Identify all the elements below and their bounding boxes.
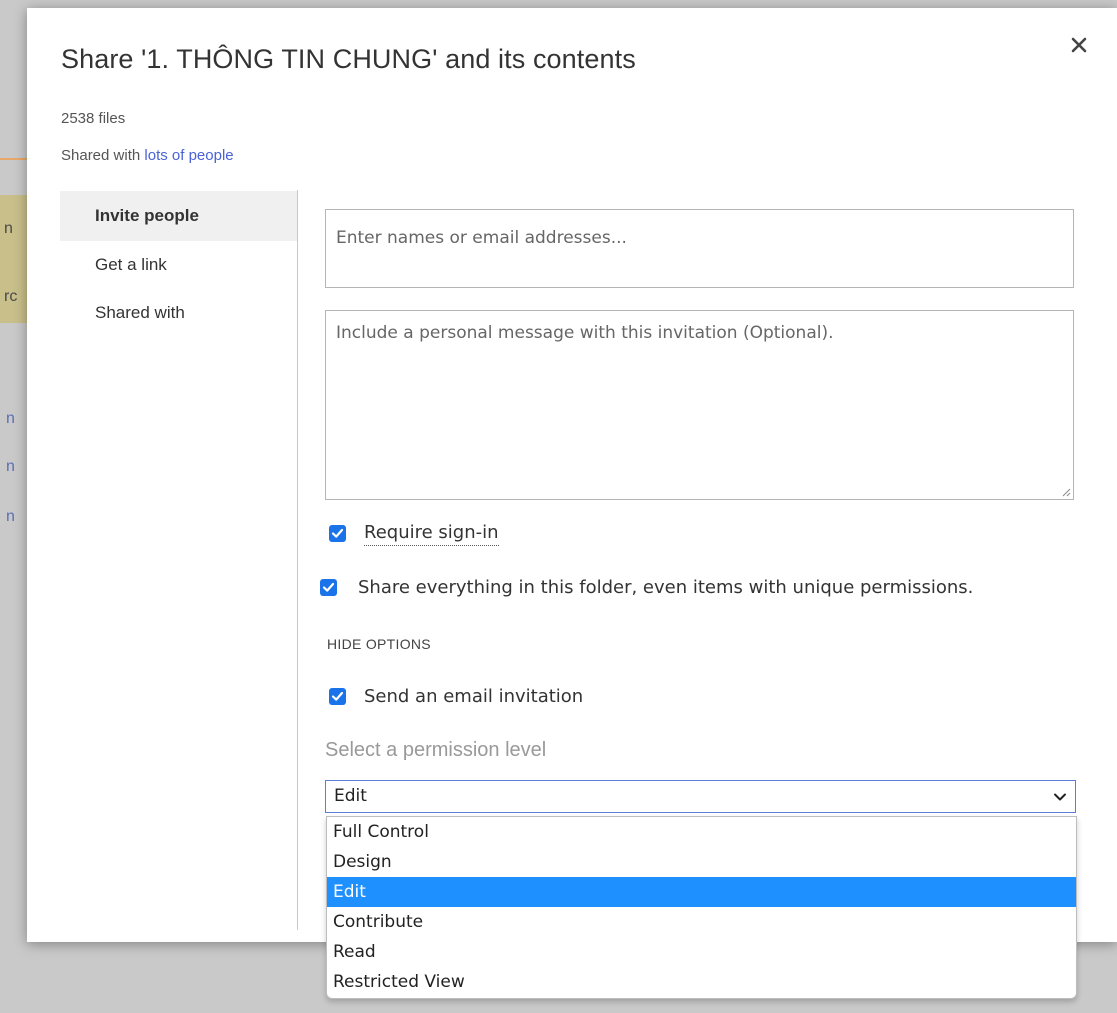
hide-options-link[interactable]: HIDE OPTIONS — [327, 636, 431, 652]
require-signin-label[interactable]: Require sign-in — [364, 522, 499, 546]
background-link-fragment: n — [6, 458, 15, 475]
nav-item-invite-people[interactable]: Invite people — [60, 191, 297, 241]
background-link-fragment: n — [6, 410, 15, 427]
message-placeholder: Include a personal message with this inv… — [336, 323, 834, 343]
shared-with-prefix: Shared with — [61, 147, 145, 164]
share-everything-label[interactable]: Share everything in this folder, even it… — [358, 577, 973, 598]
share-dialog: Share '1. THÔNG TIN CHUNG' and its conte… — [27, 8, 1117, 942]
message-input[interactable]: Include a personal message with this inv… — [325, 310, 1074, 500]
permission-option-edit[interactable]: Edit — [327, 877, 1076, 907]
permission-dropdown-list: Full Control Design Edit Contribute Read… — [326, 816, 1077, 999]
close-button[interactable] — [1067, 33, 1091, 57]
permission-select[interactable]: Edit — [325, 780, 1076, 813]
checkmark-icon — [331, 528, 344, 538]
nav-divider — [297, 190, 298, 930]
require-signin-text: Require sign-in — [364, 522, 499, 546]
nav-item-get-a-link[interactable]: Get a link — [60, 241, 297, 289]
share-everything-checkbox[interactable] — [320, 579, 337, 596]
permission-option-contribute[interactable]: Contribute — [327, 907, 1076, 937]
background-link-fragment: n — [6, 508, 15, 525]
permission-option-full-control[interactable]: Full Control — [327, 817, 1076, 847]
permission-heading: Select a permission level — [325, 739, 547, 761]
resize-grip-icon[interactable] — [1061, 487, 1071, 497]
names-input[interactable]: Enter names or email addresses... — [325, 209, 1074, 288]
permission-option-restricted-view[interactable]: Restricted View — [327, 967, 1076, 997]
checkmark-icon — [322, 582, 335, 592]
background-text-fragment: rc — [4, 288, 18, 305]
permission-option-design[interactable]: Design — [327, 847, 1076, 877]
dialog-title: Share '1. THÔNG TIN CHUNG' and its conte… — [61, 44, 636, 74]
background-orange-line — [0, 158, 30, 160]
background-text-fragment: n — [4, 220, 13, 237]
close-icon — [1071, 37, 1087, 53]
share-nav: Invite people Get a link Shared with — [60, 191, 297, 337]
nav-item-shared-with[interactable]: Shared with — [60, 289, 297, 337]
send-email-label[interactable]: Send an email invitation — [364, 686, 583, 707]
chevron-down-icon — [1054, 793, 1066, 801]
permission-select-value: Edit — [334, 786, 367, 806]
shared-with-link[interactable]: lots of people — [144, 147, 233, 164]
permission-option-read[interactable]: Read — [327, 937, 1076, 967]
checkmark-icon — [331, 691, 344, 701]
send-email-checkbox[interactable] — [329, 688, 346, 705]
require-signin-checkbox[interactable] — [329, 525, 346, 542]
shared-with-summary: Shared with lots of people — [61, 147, 234, 164]
file-count: 2538 files — [61, 110, 126, 127]
